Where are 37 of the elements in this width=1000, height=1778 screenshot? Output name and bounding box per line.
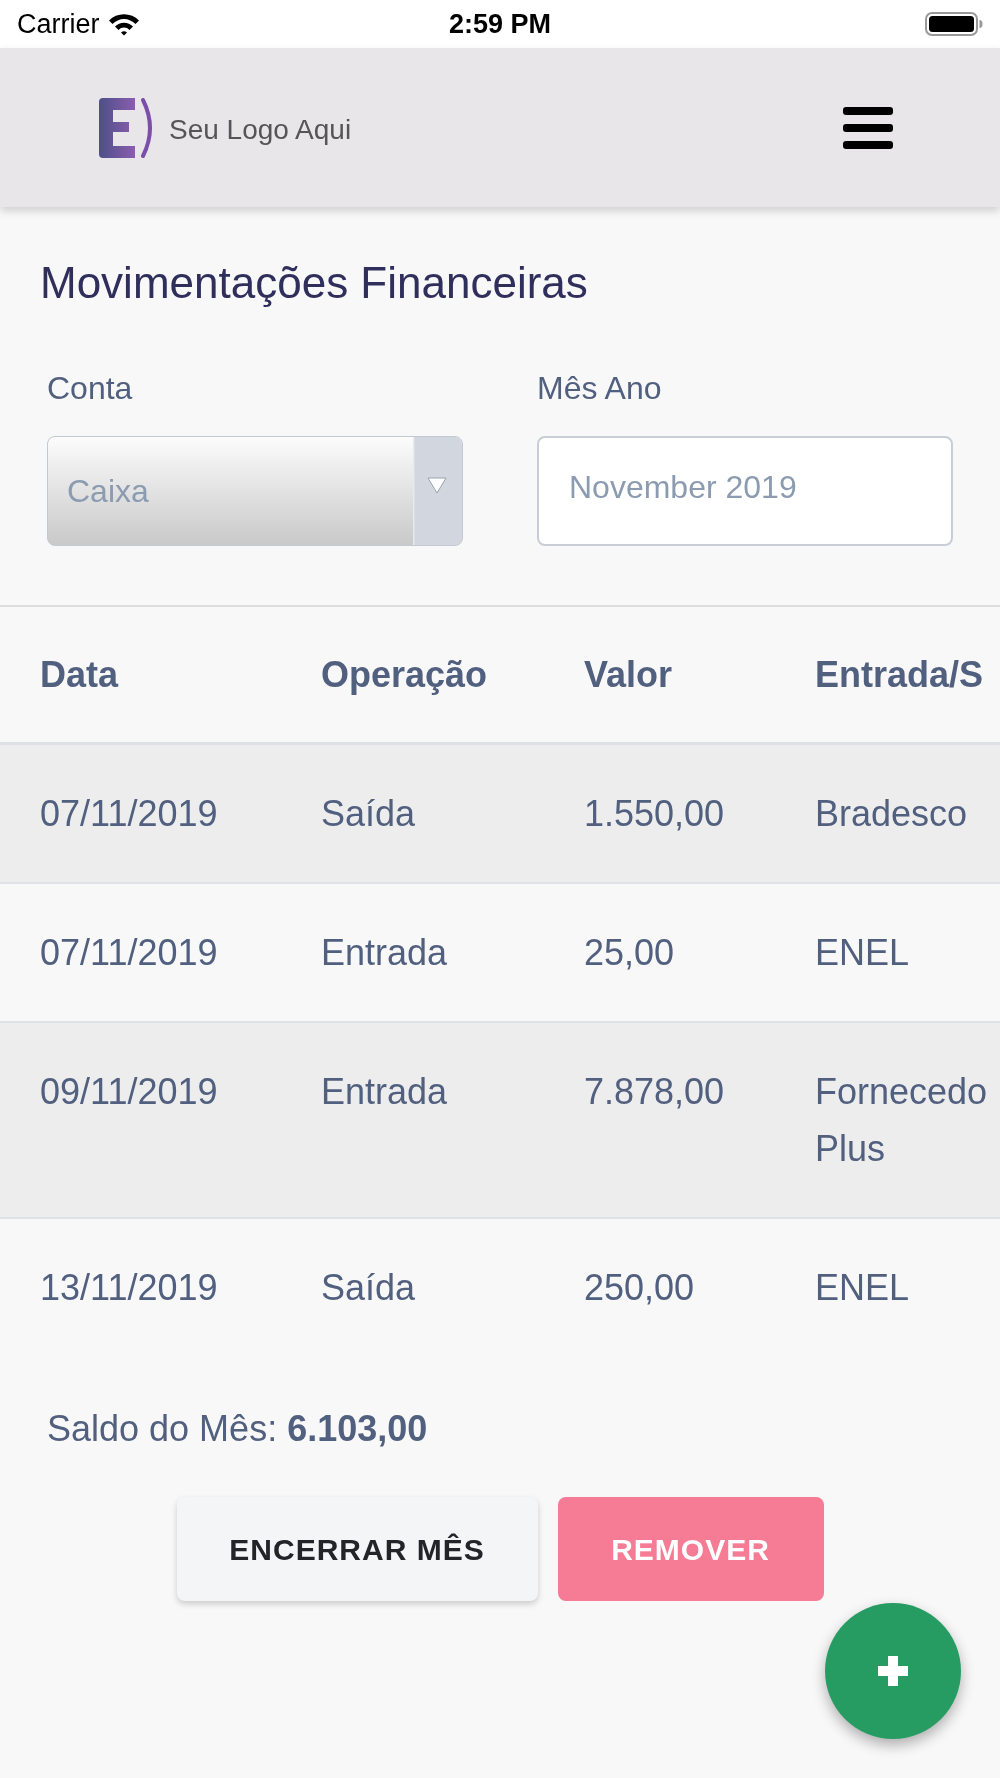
table-cell-text: Fornecedo Plus [815,1070,989,1171]
add-button[interactable] [825,1603,961,1739]
remove-button[interactable]: REMOVER [557,1497,824,1601]
column-header: Operação [321,652,488,697]
column-header: Valor [584,652,673,697]
table-cell-text: 7.878,00 [584,1070,725,1114]
field-label: Conta [47,369,134,408]
table-cell-text: 25,00 [584,931,675,975]
table-cell-text: Entrada [321,931,448,975]
table-cell-text: 07/11/2019 [40,792,218,836]
menu-icon[interactable] [843,106,893,149]
table-cell-text: ENEL [815,931,910,975]
month-field[interactable]: November 2019 [537,436,953,546]
table-cell-text: 09/11/2019 [40,1070,218,1114]
table-cell-text: 07/11/2019 [40,931,218,975]
table-cell-text: Saída [321,1266,416,1310]
table-cell-text: Bradesco [815,792,968,836]
plus-icon [878,1656,908,1686]
account-select[interactable]: Caixa [47,436,463,546]
battery-icon [925,12,983,36]
caret-down-icon [413,437,462,545]
column-header: Data [40,652,119,697]
wifi-icon [107,12,140,36]
table-cell-text: Entrada [321,1070,448,1114]
table-cell-text: Saída [321,792,416,836]
table-cell-text: 1.550,00 [584,792,725,836]
clock-time: 2:59 PM [448,8,551,40]
field-label: Mês Ano [537,369,663,408]
column-header: Entrada/S [815,652,984,697]
table-cell-text: 13/11/2019 [40,1266,218,1310]
close-month-button[interactable]: ENCERRAR MÊS [176,1497,538,1601]
table-cell-text: ENEL [815,1266,910,1310]
table-cell-text: 250,00 [584,1266,695,1310]
logo-text: Seu Logo Aqui [169,112,352,147]
page-title: Movimentações Financeiras [40,257,588,309]
carrier-label: Carrier [17,8,100,40]
month-balance: Saldo do Mês: 6.103,00 [47,1408,428,1449]
